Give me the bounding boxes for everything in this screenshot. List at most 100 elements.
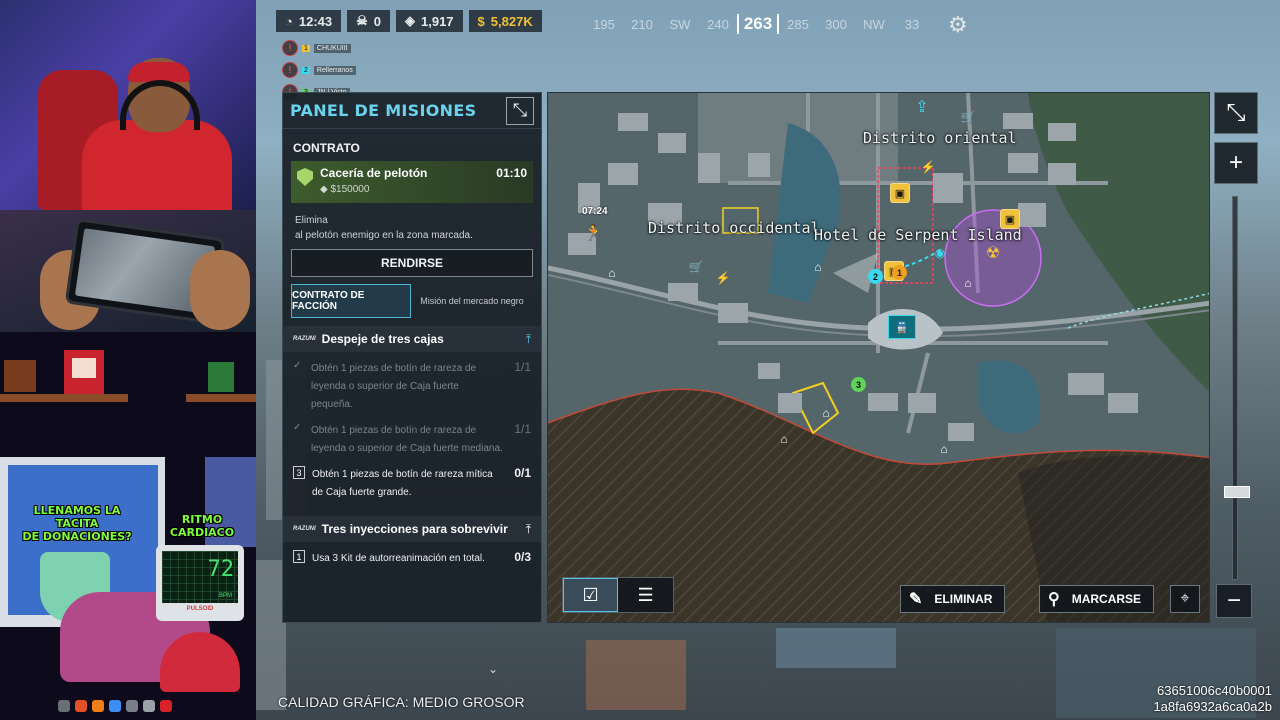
squad-status-icon: ! <box>282 40 298 56</box>
streamlabs-icon[interactable] <box>160 700 172 712</box>
task-progress: 0/3 <box>514 550 531 564</box>
bpm-unit: BPM <box>218 593 232 599</box>
compass-tick: 285 <box>787 16 809 32</box>
squad-marker-1[interactable]: 1 <box>892 265 907 280</box>
mission-task: ✓ Obtén 1 piezas de botín de rareza de l… <box>283 360 541 414</box>
loot-safe-icon[interactable]: ▣ <box>890 183 910 203</box>
building-icon[interactable]: ⌂ <box>816 403 836 423</box>
crosshair-icon[interactable]: ⌖ <box>1170 585 1200 613</box>
match-clock: ◔ 12:43 <box>276 10 342 32</box>
contract-reward: ◆ $150000 <box>320 184 370 195</box>
goomba-sprite <box>4 360 36 392</box>
loot-safe-icon[interactable]: ▣ <box>1000 209 1020 229</box>
gear-icon[interactable]: ⚙ <box>948 12 968 38</box>
squad-member: ! 1 CHUKUIII <box>282 39 382 57</box>
fullscreen-button[interactable]: ⤡ <box>1214 92 1258 134</box>
cash-counter: $5,827K <box>468 10 542 32</box>
minus-icon: − <box>1226 587 1241 614</box>
contract-label: CONTRATO <box>293 141 360 155</box>
shop-cart-icon[interactable]: 🛒 <box>958 107 978 127</box>
plant-sprite <box>208 362 234 392</box>
session-id: 63651006c40b0001 1a8fa6932a6ca0a2b <box>1153 683 1272 714</box>
brave-icon[interactable] <box>75 700 87 712</box>
panel-title: PANEL DE MISIONES <box>290 101 477 120</box>
tab-faction-contract[interactable]: CONTRATO DE FACCIÓN <box>291 284 411 318</box>
runner-icon[interactable]: 🏃 <box>584 223 604 243</box>
map-timer: 07:24 <box>582 206 608 217</box>
task-progress: 1/1 <box>514 360 531 374</box>
clock-icon: ◔ <box>285 13 293 29</box>
tab-black-market[interactable]: Misión del mercado negro <box>411 284 533 318</box>
building-icon[interactable]: ⌂ <box>934 439 954 459</box>
pulsoid-logo: PULSOID <box>186 606 214 612</box>
webcam-face <box>0 0 256 210</box>
skull-icon: ☠ <box>356 13 368 28</box>
building-icon[interactable]: ⌂ <box>958 273 978 293</box>
mission-panel: PANEL DE MISIONES ⤡ CONTRATO Cacería de … <box>282 92 542 623</box>
taskbar-app-icon[interactable] <box>58 700 70 712</box>
mission-view-button[interactable]: ☑ <box>563 578 619 612</box>
task-number: 1 <box>293 550 305 563</box>
firefox-icon[interactable] <box>92 700 104 712</box>
pin-icon[interactable]: ⤒ <box>526 332 531 347</box>
mission-task: 3 Obtén 1 piezas de botín de rareza míti… <box>283 466 541 502</box>
remove-marker-button[interactable]: ✎ ELIMINAR <box>900 585 1006 613</box>
zoom-out-button[interactable]: − <box>1216 584 1252 618</box>
surrender-button[interactable]: RENDIRSE <box>291 249 533 277</box>
hotel-label: Hotel de Serpent Island <box>814 226 1022 244</box>
faction-logo: RAZUNI <box>293 526 316 532</box>
shelf <box>186 394 256 402</box>
building-icon[interactable]: ⌂ <box>808 257 828 277</box>
close-panel-button[interactable]: ⤡ <box>506 96 534 125</box>
heart-rate-monitor: 72 BPM PULSOID <box>156 545 244 621</box>
mission-header[interactable]: RAZUNI Despeje de tres cajas ⤒ <box>283 326 541 352</box>
heart-rate-label: RITMO CARDIACO <box>169 513 235 539</box>
map-view-toggle: ☑ ☰ <box>562 577 674 613</box>
donation-goal-label: LLENAMOS LA TACITA DE DONACIONES? <box>22 504 132 543</box>
set-marker-button[interactable]: ⚲ MARCARSE <box>1039 585 1155 613</box>
building-icon[interactable]: ⌂ <box>774 429 794 449</box>
collapse-icon: ⤡ <box>1226 99 1246 126</box>
shop-cart-icon[interactable]: 🛒 <box>686 257 706 277</box>
contract-card[interactable]: Cacería de pelotón ◆ $150000 01:10 <box>291 161 533 203</box>
chrome-icon[interactable] <box>109 700 121 712</box>
tactical-map[interactable]: Distrito oriental Distrito occidental Ho… <box>547 92 1210 623</box>
compass: 195 210 SW 240 263 285 300 NW 33 <box>585 8 955 40</box>
squad-marker-2[interactable]: 2 <box>868 269 883 284</box>
contract-timer: 01:10 <box>496 166 527 180</box>
mission-panel-header: PANEL DE MISIONES ⤡ <box>283 93 541 129</box>
clipboard-check-icon: ☑ <box>582 584 599 605</box>
radar-tower-icon[interactable]: ⚡ <box>918 157 938 177</box>
zoom-slider-thumb[interactable] <box>1224 486 1250 499</box>
train-icon[interactable]: 🚆 <box>888 315 916 339</box>
taskbar-app-icon[interactable] <box>126 700 138 712</box>
compass-tick: 210 <box>631 16 653 32</box>
dollar-icon: $ <box>477 13 485 29</box>
waypoint-icon[interactable]: ◉ <box>930 243 950 263</box>
mission-header[interactable]: RAZUNI Tres inyecciones para sobrevivir … <box>283 516 541 542</box>
task-number: 3 <box>293 466 305 479</box>
location-pin-icon: ⚲ <box>1048 591 1060 608</box>
streamer-body <box>82 120 232 210</box>
zoom-in-button[interactable]: + <box>1214 142 1258 184</box>
taskbar-app-icon[interactable] <box>143 700 155 712</box>
exit-icon[interactable]: ⇪ <box>912 97 932 117</box>
radar-tower-icon[interactable]: ⚡ <box>713 268 733 288</box>
webcam-hands <box>0 210 256 332</box>
squad-marker-3[interactable]: 3 <box>851 377 866 392</box>
building-icon[interactable]: ⌂ <box>602 263 622 283</box>
mission-task: 1 Usa 3 Kit de autorreanimación en total… <box>283 550 541 568</box>
compass-tick: 33 <box>904 16 920 32</box>
mission-tabs: CONTRATO DE FACCIÓN Misión del mercado n… <box>291 284 533 318</box>
compass-tick: 195 <box>593 16 615 32</box>
pin-icon[interactable]: ⤒ <box>526 522 531 537</box>
zoom-controls: ⤡ + <box>1214 92 1260 192</box>
hud-top-bar: ◔ 12:43 ☠ 0 ◈ 1,917 $5,827K <box>276 10 542 32</box>
district-label-east: Distrito oriental <box>863 129 1017 147</box>
zoom-slider[interactable] <box>1232 196 1238 580</box>
chevron-down-icon: ⌄ <box>488 662 499 676</box>
kill-counter: ☠ 0 <box>347 10 390 32</box>
contract-description: Elimina al pelotón enemigo en la zona ma… <box>295 215 473 241</box>
list-view-button[interactable]: ☰ <box>618 578 673 612</box>
task-progress: 1/1 <box>514 422 531 436</box>
